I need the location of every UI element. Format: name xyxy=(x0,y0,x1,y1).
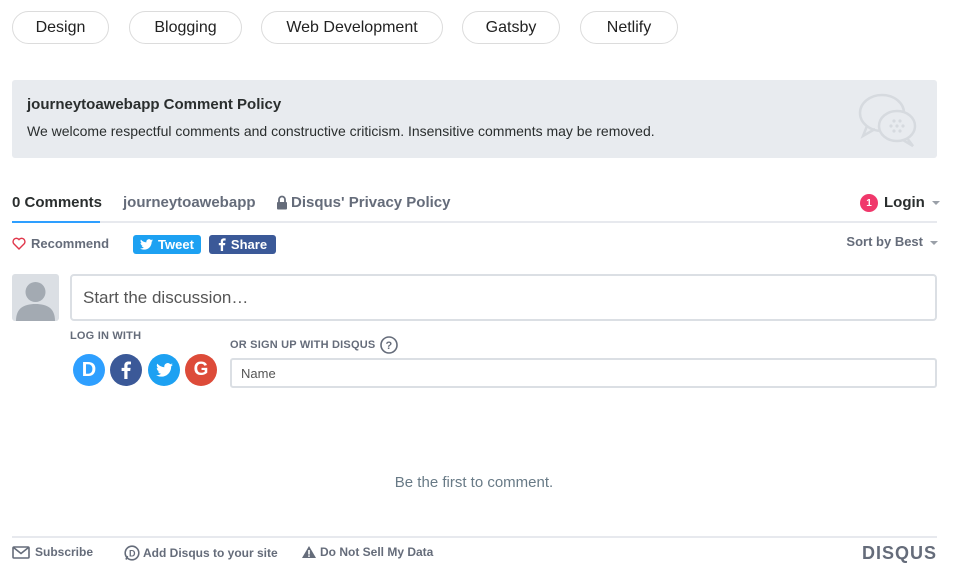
facebook-icon xyxy=(218,238,226,251)
tag-label: Design xyxy=(35,18,86,36)
nav-divider xyxy=(12,221,937,223)
do-not-sell-label: Do Not Sell My Data xyxy=(320,545,434,559)
google-login-button[interactable]: G xyxy=(185,354,217,386)
warning-icon xyxy=(302,546,316,558)
login-with-label: LOG IN WITH xyxy=(70,330,142,342)
notification-badge[interactable]: 1 xyxy=(860,194,878,212)
empty-state-message: Be the first to comment. xyxy=(394,474,554,491)
tag-label: Gatsby xyxy=(485,18,537,36)
avatar xyxy=(12,274,59,321)
disqus-icon: D xyxy=(81,358,97,381)
facebook-login-button[interactable] xyxy=(110,354,142,386)
tag-web-development[interactable]: Web Development xyxy=(261,11,443,44)
twitter-icon xyxy=(155,363,173,377)
privacy-label: Disqus' Privacy Policy xyxy=(291,194,451,211)
signup-label: OR SIGN UP WITH DISQUS ? xyxy=(230,336,399,354)
help-icon[interactable]: ? xyxy=(380,336,399,354)
twitter-login-button[interactable] xyxy=(148,354,180,386)
disqus-login-button[interactable]: D xyxy=(73,354,105,386)
active-tab-indicator xyxy=(12,221,100,223)
tag-design[interactable]: Design xyxy=(12,11,109,44)
do-not-sell-link[interactable]: Do Not Sell My Data xyxy=(301,545,433,559)
login-button[interactable]: Login xyxy=(884,194,940,211)
recommend-button[interactable]: Recommend xyxy=(12,236,109,251)
tag-label: Blogging xyxy=(154,18,217,36)
tag-label: Netlify xyxy=(606,18,652,36)
envelope-icon xyxy=(12,545,30,559)
add-disqus-link[interactable]: D Add Disqus to your site xyxy=(124,545,278,561)
heart-icon xyxy=(12,237,26,250)
tab-community[interactable]: journeytoawebapp xyxy=(123,194,256,211)
subscribe-link[interactable]: Subscribe xyxy=(12,545,93,559)
comment-input[interactable]: Start the discussion… xyxy=(70,274,937,321)
name-field[interactable]: Name xyxy=(230,358,937,388)
tab-comments[interactable]: 0 Comments xyxy=(12,194,102,211)
disqus-brand-logo[interactable]: DISQUS xyxy=(862,543,937,564)
add-disqus-label: Add Disqus to your site xyxy=(143,546,278,560)
tweet-button[interactable]: Tweet xyxy=(133,235,201,254)
tweet-label: Tweet xyxy=(158,237,194,252)
lock-icon xyxy=(277,195,287,210)
signup-text: OR SIGN UP WITH DISQUS xyxy=(230,339,376,351)
policy-title: journeytoawebapp Comment Policy xyxy=(27,96,282,113)
policy-text: We welcome respectful comments and const… xyxy=(27,123,655,139)
tag-label: Web Development xyxy=(286,18,418,36)
tag-netlify[interactable]: Netlify xyxy=(580,11,678,44)
svg-text:D: D xyxy=(129,549,136,559)
comment-policy: journeytoawebapp Comment Policy We welco… xyxy=(12,80,937,158)
chevron-down-icon xyxy=(931,201,940,206)
footer-divider xyxy=(12,536,937,538)
disqus-logo-icon: D xyxy=(124,545,140,561)
facebook-icon xyxy=(121,361,131,379)
chevron-down-icon xyxy=(930,240,938,245)
sort-label: Sort by Best xyxy=(846,234,923,249)
chat-bubbles-icon xyxy=(857,90,919,155)
recommend-label: Recommend xyxy=(31,236,110,251)
tag-gatsby[interactable]: Gatsby xyxy=(462,11,560,44)
tag-blogging[interactable]: Blogging xyxy=(129,11,242,44)
subscribe-label: Subscribe xyxy=(35,545,94,559)
facebook-share-button[interactable]: Share xyxy=(209,235,276,254)
login-label: Login xyxy=(884,194,925,211)
svg-text:?: ? xyxy=(386,340,393,352)
privacy-policy-link[interactable]: Disqus' Privacy Policy xyxy=(276,194,450,211)
google-icon: G xyxy=(193,359,209,380)
twitter-icon xyxy=(140,239,154,250)
sort-dropdown[interactable]: Sort by Best xyxy=(846,234,938,249)
share-label: Share xyxy=(230,237,268,252)
